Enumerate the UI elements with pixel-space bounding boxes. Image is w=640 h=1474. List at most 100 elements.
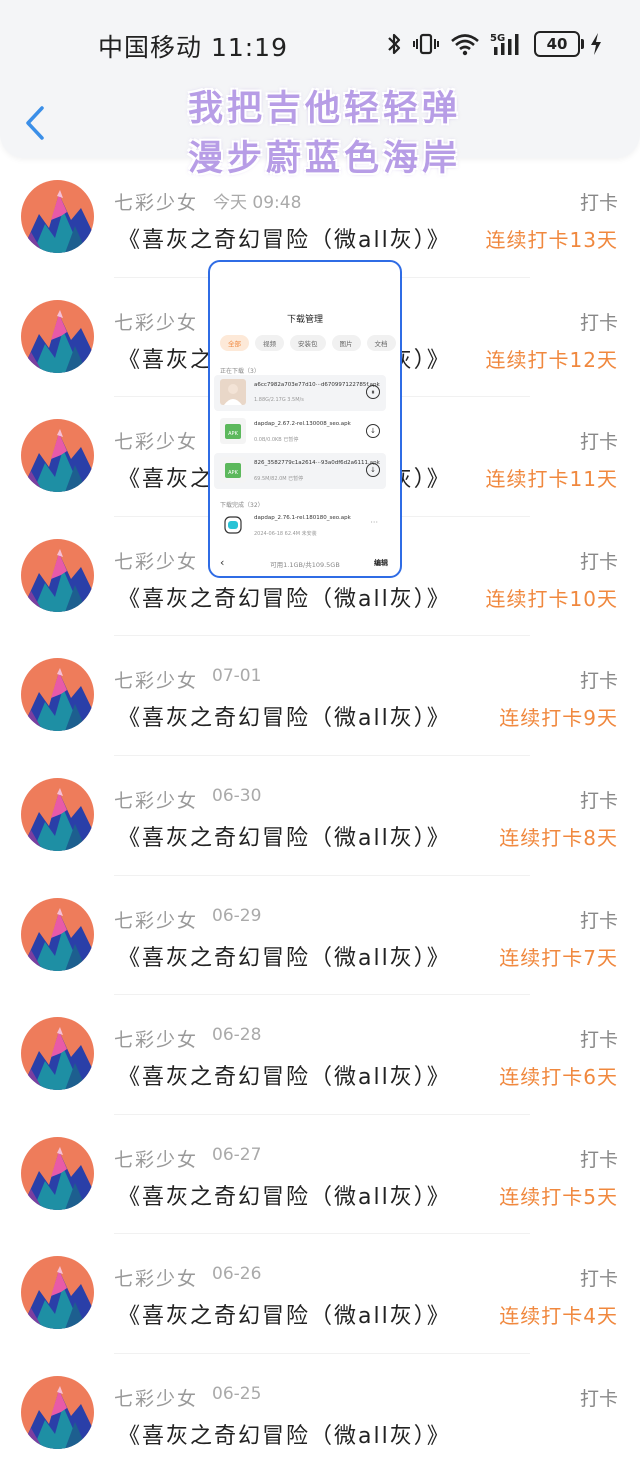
nickname: 七彩少女 (114, 670, 199, 693)
book-title[interactable]: 《喜灰之奇幻冒险（微all灰）》 (118, 1179, 451, 1211)
battery-indicator: 40 (534, 31, 584, 57)
svg-text:APK: APK (228, 470, 238, 476)
list-item[interactable]: 七彩少女 06-26 打卡 《喜灰之奇幻冒险（微all灰）》 连续打卡4天 (0, 1234, 640, 1354)
svg-text:APK: APK (228, 431, 238, 437)
list-item[interactable]: 七彩少女 06-28 打卡 《喜灰之奇幻冒险（微all灰）》 连续打卡6天 (0, 995, 640, 1115)
avatar[interactable] (21, 1017, 94, 1091)
tab-document[interactable]: 文档 (366, 335, 396, 351)
list-item[interactable]: 七彩少女 06-25 打卡 《喜灰之奇幻冒险（微all灰）》 (0, 1354, 640, 1474)
nickname: 七彩少女 (114, 1029, 199, 1052)
status-icons: 5G 40 (386, 28, 602, 60)
pause-icon[interactable]: ⏸ (366, 385, 380, 399)
checkin-label: 打卡 (579, 789, 618, 812)
checkin-label: 打卡 (579, 1148, 618, 1171)
overlay-caption-line-2: 漫步蔚蓝色海岸 (188, 139, 462, 179)
svg-text:5G: 5G (490, 33, 505, 44)
tab-video[interactable]: 视频 (255, 335, 284, 351)
avatar[interactable] (21, 897, 94, 971)
file-progress: 1.88G/2.17G 3.5M/s (254, 397, 304, 403)
download-item[interactable]: dapdap_2.76.1-rel.180180_seo.apk 2024-06… (214, 508, 386, 544)
file-name: dapdap_2.67.2-rel.130008_seo.apk (254, 421, 351, 427)
avatar[interactable] (21, 1256, 94, 1330)
book-title[interactable]: 《喜灰之奇幻冒险（微all灰）》 (118, 1059, 451, 1091)
checkin-date: 06-25 (212, 1383, 262, 1404)
download-tabs: 全部 视频 安装包 图片 文档 (220, 335, 396, 351)
streak-count: 连续打卡12天 (485, 347, 618, 372)
tab-all[interactable]: 全部 (220, 335, 249, 351)
streak-count: 连续打卡10天 (485, 586, 618, 611)
file-meta: 2024-06-18 62.4M 未安装 (254, 531, 317, 537)
nickname: 七彩少女 (114, 431, 199, 454)
nickname: 七彩少女 (114, 192, 199, 214)
list-item[interactable]: 七彩少女 06-29 打卡 《喜灰之奇幻冒险（微all灰）》 连续打卡7天 (0, 876, 640, 996)
chevron-left-icon (26, 106, 44, 140)
download-footer: ‹ 可用1.1GB/共109.5GB 编辑 (210, 552, 400, 576)
streak-count: 连续打卡5天 (499, 1184, 618, 1209)
file-progress: 0.0B/0.0KB 已暂停 (254, 437, 299, 443)
book-title[interactable]: 《喜灰之奇幻冒险（微all灰）》 (118, 1418, 451, 1450)
book-title[interactable]: 《喜灰之奇幻冒险（微all灰）》 (118, 581, 451, 613)
avatar[interactable] (21, 299, 94, 373)
book-title[interactable]: 《喜灰之奇幻冒险（微all灰）》 (118, 222, 451, 254)
avatar[interactable] (21, 1375, 94, 1449)
avatar[interactable] (21, 419, 94, 493)
checkin-label: 打卡 (579, 431, 618, 454)
avatar[interactable] (21, 777, 94, 851)
list-item[interactable]: 七彩少女 07-01 打卡 《喜灰之奇幻冒险（微all灰）》 连续打卡9天 (0, 636, 640, 756)
list-item[interactable]: 七彩少女 06-30 打卡 《喜灰之奇幻冒险（微all灰）》 连续打卡8天 (0, 756, 640, 876)
nickname: 七彩少女 (114, 550, 199, 573)
download-title: 下载管理 (286, 315, 323, 325)
checkin-date: 06-30 (212, 785, 262, 806)
checkin-label: 打卡 (579, 550, 618, 573)
checkin-label: 打卡 (579, 311, 618, 334)
download-item[interactable]: APK 826_3582779c1a2614···93a0df6d2a6111.… (214, 453, 386, 489)
nickname: 七彩少女 (114, 1148, 199, 1171)
tab-apk[interactable]: 安装包 (290, 335, 326, 351)
download-item[interactable]: a6cc7982a703e77d10···d670997122785f.apk … (214, 375, 386, 411)
app-icon (220, 512, 246, 538)
bluetooth-icon (388, 33, 401, 55)
file-name: 826_3582779c1a2614···93a0df6d2a6111.apk (254, 460, 380, 466)
download-manager-thumbnail[interactable]: 下载管理 全部 视频 安装包 图片 文档 正在下载（3） a6cc7982a70… (208, 260, 402, 578)
file-progress: 69.5M/82.0M 已暂停 (254, 476, 304, 482)
streak-count: 连续打卡4天 (499, 1304, 618, 1329)
image-thumbnail (220, 379, 246, 405)
streak-count: 连续打卡11天 (485, 467, 618, 492)
streak-count: 连续打卡13天 (485, 228, 618, 252)
avatar[interactable] (21, 1136, 94, 1210)
download-icon[interactable]: ↓ (366, 463, 380, 477)
more-icon[interactable]: ··· (370, 518, 378, 527)
back-button[interactable] (20, 100, 56, 146)
book-title[interactable]: 《喜灰之奇幻冒险（微all灰）》 (118, 1298, 451, 1330)
download-icon[interactable]: ↓ (366, 424, 380, 438)
nickname: 七彩少女 (114, 909, 199, 932)
nickname: 七彩少女 (114, 1268, 199, 1291)
nickname: 七彩少女 (114, 1387, 199, 1410)
file-name: a6cc7982a703e77d10···d670997122785f.apk (254, 382, 380, 388)
vibrate-icon (413, 33, 439, 55)
checkin-date: 06-26 (212, 1264, 262, 1285)
status-bar: 中国移动 11:19 5G 40 (0, 0, 640, 88)
edit-button[interactable]: 编辑 (374, 558, 388, 568)
signal-5g-icon: 5G (490, 33, 519, 55)
avatar[interactable] (21, 180, 94, 253)
book-title[interactable]: 《喜灰之奇幻冒险（微all灰）》 (118, 820, 451, 852)
tab-image[interactable]: 图片 (331, 335, 361, 351)
download-item[interactable]: APK dapdap_2.67.2-rel.130008_seo.apk 0.0… (214, 414, 386, 450)
checkin-date: 07-01 (212, 666, 262, 687)
streak-count: 连续打卡6天 (499, 1065, 618, 1090)
checkin-date: 06-28 (212, 1025, 262, 1046)
avatar[interactable] (21, 658, 94, 732)
streak-count: 连续打卡8天 (499, 825, 618, 850)
apk-icon: APK (220, 418, 246, 444)
wifi-icon (451, 34, 479, 56)
checkin-label: 打卡 (579, 1268, 618, 1291)
storage-available: 可用1.1GB/共109.5GB (270, 561, 340, 569)
streak-count: 连续打卡9天 (499, 706, 618, 731)
book-title[interactable]: 《喜灰之奇幻冒险（微all灰）》 (118, 700, 451, 732)
avatar[interactable] (21, 538, 94, 612)
list-item[interactable]: 七彩少女 06-27 打卡 《喜灰之奇幻冒险（微all灰）》 连续打卡5天 (0, 1115, 640, 1235)
overlay-caption-line-1: 我把吉他轻轻弹 (188, 89, 462, 129)
book-title[interactable]: 《喜灰之奇幻冒险（微all灰）》 (118, 940, 451, 972)
checkin-label: 打卡 (579, 1029, 618, 1052)
